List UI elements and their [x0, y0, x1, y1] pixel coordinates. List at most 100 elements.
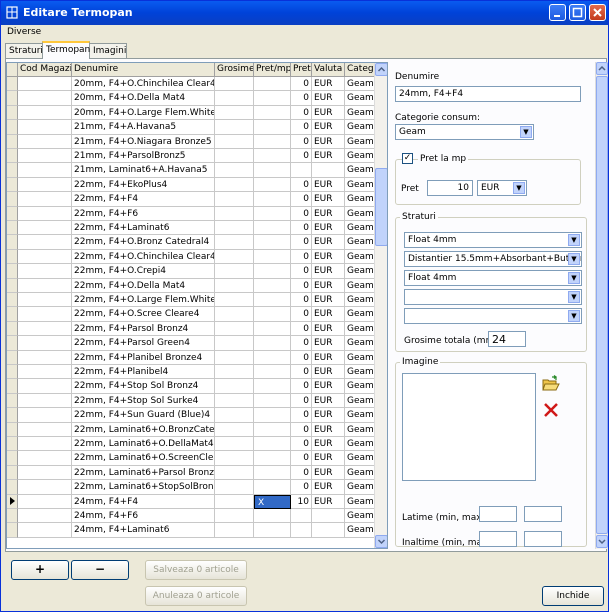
row-selector[interactable] — [7, 465, 18, 481]
cell-pret_mp[interactable] — [254, 465, 291, 481]
cell-pret[interactable]: 0 — [291, 235, 312, 250]
inaltime-min-input[interactable] — [479, 531, 517, 547]
table-row[interactable]: 22mm, F4+O.Bronz Catedral4 0 EUR Geam — [7, 235, 376, 250]
cell-cod[interactable] — [18, 480, 72, 495]
row-selector[interactable] — [7, 192, 18, 207]
table-row[interactable]: 21mm, Laminat6+A.Havana5 Geam — [7, 163, 376, 178]
table-row[interactable]: 24mm, F4+F6 Geam — [7, 509, 376, 524]
cell-valuta[interactable]: EUR — [312, 379, 345, 394]
denumire-input[interactable]: 24mm, F4+F4 — [395, 86, 581, 102]
cell-pret[interactable]: 0 — [291, 451, 312, 466]
delete-image-button[interactable] — [542, 401, 560, 419]
strat-select-2[interactable]: Distantier 15.5mm+Absorbant+Butilena ▼ — [404, 251, 582, 267]
cell-grosime[interactable] — [215, 451, 254, 466]
details-scrollbar[interactable] — [595, 62, 608, 549]
table-row[interactable]: 22mm, F4+F4 0 EUR Geam — [7, 192, 376, 207]
cell-categorie[interactable]: Geam — [345, 177, 376, 193]
cell-valuta[interactable]: EUR — [312, 465, 345, 481]
cell-grosime[interactable] — [215, 437, 254, 452]
minimize-button[interactable] — [549, 4, 566, 21]
cell-categorie[interactable]: Geam — [345, 451, 376, 466]
column-header[interactable]: Cod Magazie — [18, 63, 72, 77]
cell-denumire[interactable]: 22mm, F4+F4 — [72, 192, 215, 207]
scroll-up-button[interactable] — [375, 63, 387, 76]
chevron-down-icon[interactable]: ▼ — [568, 253, 580, 265]
cell-pret_mp[interactable] — [254, 393, 291, 409]
cell-pret_mp[interactable] — [254, 149, 291, 164]
grosime-totala-input[interactable]: 24 — [488, 331, 526, 347]
cell-pret_mp[interactable] — [254, 379, 291, 394]
cell-pret[interactable]: 0 — [291, 177, 312, 193]
cell-categorie[interactable]: Geam — [345, 278, 376, 293]
cell-valuta[interactable]: EUR — [312, 149, 345, 164]
cell-categorie[interactable]: Geam — [345, 235, 376, 250]
strat-select-5[interactable]: ▼ — [404, 308, 582, 324]
cell-grosime[interactable] — [215, 264, 254, 279]
cell-categorie[interactable]: Geam — [345, 408, 376, 423]
maximize-button[interactable] — [569, 4, 586, 21]
cell-cod[interactable] — [18, 163, 72, 178]
column-header[interactable]: Denumire — [72, 63, 215, 77]
cell-pret_mp[interactable] — [254, 278, 291, 293]
cell-denumire[interactable]: 20mm, F4+O.Della Mat4 — [72, 91, 215, 106]
cell-cod[interactable] — [18, 221, 72, 236]
cell-pret_mp[interactable] — [254, 134, 291, 149]
table-row[interactable]: 22mm, F4+Stop Sol Surke4 0 EUR Geam — [7, 393, 376, 409]
cell-valuta[interactable]: EUR — [312, 365, 345, 380]
inaltime-max-input[interactable] — [524, 531, 562, 547]
remove-row-button[interactable]: − — [71, 560, 129, 580]
table-row[interactable]: 21mm, F4+O.Niagara Bronze5 0 EUR Geam — [7, 134, 376, 149]
title-bar[interactable]: Editare Termopan — [1, 1, 608, 25]
cell-grosime[interactable] — [215, 278, 254, 293]
cell-pret_mp[interactable] — [254, 235, 291, 250]
close-dialog-button[interactable]: Inchide — [542, 586, 604, 606]
cell-pret_mp[interactable] — [254, 264, 291, 279]
cell-denumire[interactable]: 20mm, F4+O.Chinchilea Clear4 — [72, 77, 215, 92]
categorie-select[interactable]: Geam ▼ — [395, 124, 534, 140]
cell-cod[interactable] — [18, 278, 72, 293]
cell-cod[interactable] — [18, 134, 72, 149]
menu-item-diverse[interactable]: Diverse — [7, 27, 41, 37]
cell-valuta[interactable]: EUR — [312, 494, 345, 509]
cell-grosime[interactable] — [215, 321, 254, 337]
table-row[interactable]: 24mm, F4+Laminat6 Geam — [7, 523, 376, 538]
cell-denumire[interactable]: 22mm, F4+Parsol Bronz4 — [72, 321, 215, 337]
table-row[interactable]: 21mm, F4+ParsolBronz5 0 EUR Geam — [7, 149, 376, 164]
cell-valuta[interactable]: EUR — [312, 480, 345, 495]
row-selector[interactable] — [7, 221, 18, 236]
cell-categorie[interactable]: Geam — [345, 365, 376, 380]
cell-denumire[interactable]: 21mm, Laminat6+A.Havana5 — [72, 163, 215, 178]
cell-categorie[interactable]: Geam — [345, 91, 376, 106]
cell-cod[interactable] — [18, 91, 72, 106]
table-row[interactable]: 22mm, Laminat6+O.ScreenCleare4 0EURGeam — [7, 451, 376, 466]
cell-pret[interactable]: 0 — [291, 365, 312, 380]
cell-categorie[interactable]: Geam — [345, 134, 376, 149]
cell-denumire[interactable]: 21mm, F4+A.Havana5 — [72, 120, 215, 135]
row-selector[interactable] — [7, 249, 18, 265]
valuta-select[interactable]: EUR ▼ — [477, 180, 527, 196]
details-scroll-down-button[interactable] — [596, 535, 608, 548]
cell-categorie[interactable]: Geam — [345, 523, 376, 538]
cell-denumire[interactable]: 22mm, Laminat6+StopSolBronz4 — [72, 480, 215, 495]
cell-pret[interactable]: 0 — [291, 249, 312, 265]
cell-cod[interactable] — [18, 408, 72, 423]
cell-categorie[interactable]: Geam — [345, 336, 376, 351]
cell-denumire[interactable]: 21mm, F4+O.Niagara Bronze5 — [72, 134, 215, 149]
cell-grosime[interactable] — [215, 465, 254, 481]
chevron-down-icon[interactable]: ▼ — [568, 234, 580, 246]
cell-grosime[interactable] — [215, 235, 254, 250]
cell-pret_mp[interactable] — [254, 192, 291, 207]
row-selector[interactable] — [7, 163, 18, 178]
cell-grosime[interactable] — [215, 307, 254, 322]
table-row[interactable]: 22mm, Laminat6+O.BronzCatedral 0EURGeam — [7, 422, 376, 437]
cell-pret[interactable]: 0 — [291, 206, 312, 221]
row-selector[interactable] — [7, 365, 18, 380]
cell-categorie[interactable]: Geam — [345, 422, 376, 437]
cell-denumire[interactable]: 22mm, F4+Stop Sol Surke4 — [72, 393, 215, 409]
row-selector[interactable] — [7, 134, 18, 149]
cell-pret[interactable]: 0 — [291, 480, 312, 495]
table-row[interactable]: 24mm, F4+F4 X 10 EUR Geam — [7, 494, 376, 509]
chevron-down-icon[interactable]: ▼ — [520, 126, 532, 138]
close-window-button[interactable] — [589, 4, 606, 21]
row-selector[interactable] — [7, 523, 18, 538]
